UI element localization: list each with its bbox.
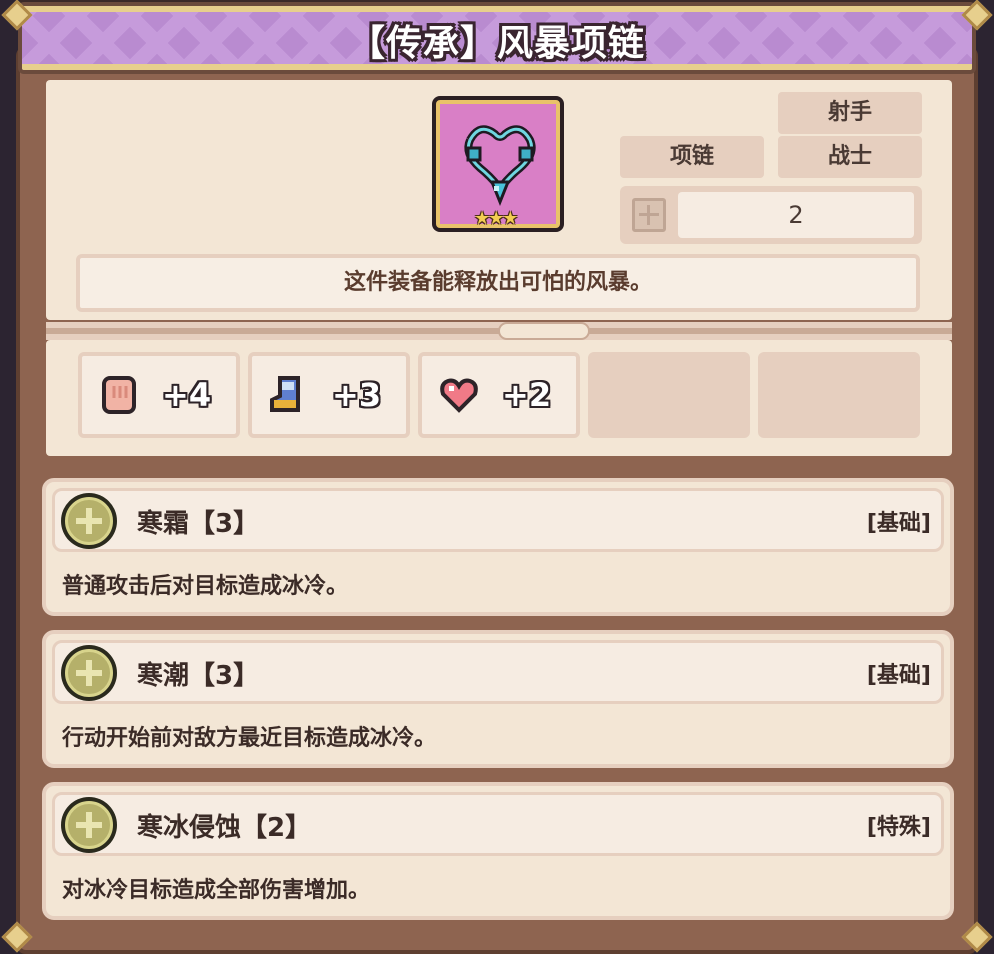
tag-necklace: 项链: [620, 136, 764, 178]
skill-name: 寒潮【3】: [137, 661, 260, 691]
skill-icon: [61, 797, 117, 853]
skill-icon: [61, 493, 117, 549]
skill-name: 寒冰侵蚀【2】: [137, 813, 312, 843]
skill-description: 对冰冷目标造成全部伤害增加。: [62, 878, 371, 903]
banner-top-border: [22, 6, 972, 12]
section-divider: [46, 322, 952, 340]
skill-name: 寒霜【3】: [137, 509, 260, 539]
title-banner: 【传承】风暴项链: [18, 2, 976, 74]
stat-health[interactable]: +2: [418, 352, 580, 438]
slot-count-value: 2: [678, 192, 914, 238]
stat-health-value: +2: [502, 376, 552, 414]
stat-attack-value: +4: [162, 376, 212, 414]
stat-speed-value: +3: [332, 376, 382, 414]
skill-header: 寒冰侵蚀【2】 [特殊]: [52, 792, 944, 856]
skill-type: [特殊]: [866, 815, 931, 840]
skill-card[interactable]: 寒霜【3】 [基础] 普通攻击后对目标造成冰冷。: [42, 478, 954, 616]
slot-count-box: 2: [620, 186, 922, 244]
tag-archer: 射手: [778, 92, 922, 134]
stat-attack[interactable]: +4: [78, 352, 240, 438]
skill-type: [基础]: [866, 511, 931, 536]
slot-grid-icon: [632, 198, 666, 232]
stat-speed[interactable]: +3: [248, 352, 410, 438]
stat-empty-slot-2: [758, 352, 920, 438]
skill-header: 寒潮【3】 [基础]: [52, 640, 944, 704]
item-title: 【传承】风暴项链: [348, 23, 645, 64]
skill-description: 行动开始前对敌方最近目标造成冰冷。: [62, 726, 437, 751]
divider-ornament: [498, 322, 590, 340]
skill-card[interactable]: 寒冰侵蚀【2】 [特殊] 对冰冷目标造成全部伤害增加。: [42, 782, 954, 920]
rarity-stars: ★★★: [474, 208, 518, 229]
stat-empty-slot-1: [588, 352, 750, 438]
tag-warrior: 战士: [778, 136, 922, 178]
skill-icon: [61, 645, 117, 701]
skill-type: [基础]: [866, 663, 931, 688]
skill-card[interactable]: 寒潮【3】 [基础] 行动开始前对敌方最近目标造成冰冷。: [42, 630, 954, 768]
boot-icon: [270, 376, 300, 412]
item-description: 这件装备能释放出可怕的风暴。: [76, 254, 920, 312]
fist-icon: [102, 376, 136, 414]
skill-description: 普通攻击后对目标造成冰冷。: [62, 574, 349, 599]
skill-header: 寒霜【3】 [基础]: [52, 488, 944, 552]
heart-icon: [440, 378, 478, 413]
